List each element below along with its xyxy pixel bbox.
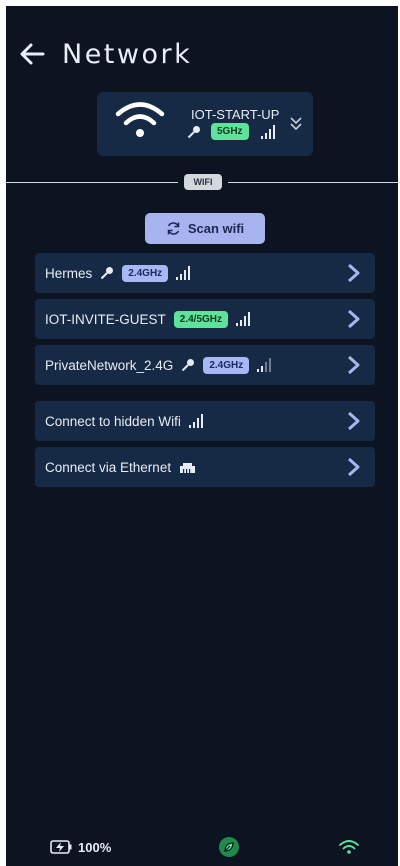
chevron-down-icon[interactable] bbox=[289, 116, 303, 132]
current-band-badge: 5GHz bbox=[211, 123, 249, 140]
connect-hidden-wifi-row[interactable]: Connect to hidden Wifi bbox=[35, 401, 375, 441]
connect-ethernet-row[interactable]: Connect via Ethernet bbox=[35, 447, 375, 487]
signal-icon bbox=[188, 414, 206, 428]
scan-wifi-label: Scan wifi bbox=[187, 221, 245, 236]
chevron-right-icon bbox=[347, 309, 361, 329]
page-title: Network bbox=[62, 38, 193, 70]
chevron-right-icon bbox=[347, 411, 361, 431]
scan-wifi-button[interactable]: Scan wifi bbox=[145, 213, 265, 244]
network-row-privatenetwork[interactable]: PrivateNetwork_2.4G 2.4GHz bbox=[35, 345, 375, 385]
network-name: PrivateNetwork_2.4G bbox=[45, 357, 174, 373]
refresh-icon bbox=[166, 221, 181, 236]
chevron-right-icon bbox=[347, 263, 361, 283]
signal-icon bbox=[236, 312, 253, 326]
current-network-card[interactable]: IOT-START-UP 5GHz bbox=[97, 92, 313, 156]
key-icon bbox=[100, 266, 114, 280]
back-arrow-icon[interactable] bbox=[18, 40, 46, 68]
network-screen: Network IOT-START-UP 5GHz WIFI Scan wifi… bbox=[6, 6, 398, 866]
signal-icon bbox=[260, 124, 278, 139]
battery-charging-icon bbox=[50, 840, 72, 854]
signal-icon bbox=[257, 358, 274, 372]
header: Network bbox=[18, 34, 192, 74]
network-name: Hermes bbox=[45, 265, 93, 281]
key-icon bbox=[187, 125, 201, 139]
key-icon bbox=[181, 358, 195, 372]
network-name: IOT-INVITE-GUEST bbox=[45, 311, 166, 327]
network-row-hermes[interactable]: Hermes 2.4GHz bbox=[35, 253, 375, 293]
signal-icon bbox=[176, 266, 193, 280]
band-badge: 2.4GHz bbox=[203, 356, 250, 374]
ethernet-icon bbox=[179, 460, 196, 474]
connect-hidden-wifi-label: Connect to hidden Wifi bbox=[45, 413, 181, 429]
current-ssid: IOT-START-UP bbox=[191, 107, 280, 122]
divider-line-left bbox=[6, 182, 178, 183]
wifi-status-icon bbox=[339, 839, 359, 855]
battery-percentage: 100% bbox=[78, 840, 112, 855]
divider-line-right bbox=[228, 182, 398, 183]
wifi-section-label: WIFI bbox=[184, 174, 222, 190]
network-row-iot-invite-guest[interactable]: IOT-INVITE-GUEST 2.4/5GHz bbox=[35, 299, 375, 339]
chevron-right-icon bbox=[347, 457, 361, 477]
band-badge: 2.4/5GHz bbox=[173, 310, 229, 328]
eco-leaf-icon bbox=[219, 837, 239, 857]
wifi-icon bbox=[115, 98, 165, 142]
connect-ethernet-label: Connect via Ethernet bbox=[45, 459, 172, 475]
band-badge: 2.4GHz bbox=[122, 264, 169, 282]
chevron-right-icon bbox=[347, 355, 361, 375]
status-bar: 100% bbox=[6, 832, 398, 866]
